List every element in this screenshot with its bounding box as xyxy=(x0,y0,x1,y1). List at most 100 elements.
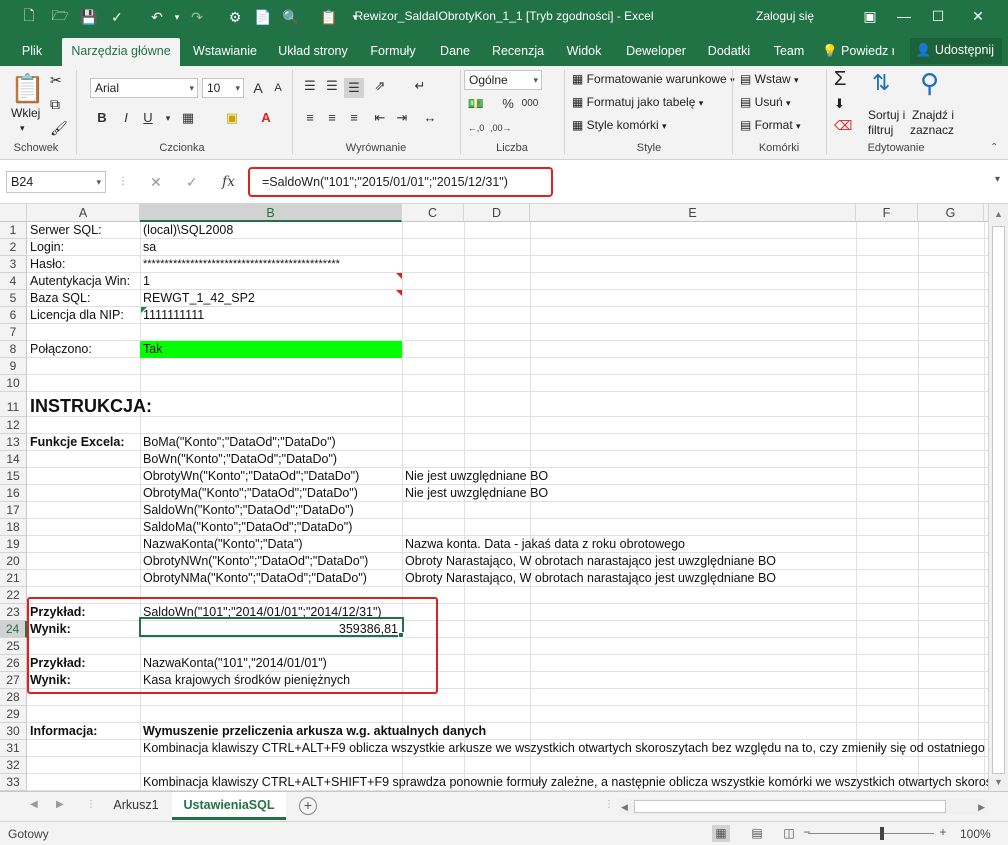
row-header-5[interactable]: 5 xyxy=(0,290,27,307)
increase-decimal-icon[interactable]: ←,0 xyxy=(466,118,486,138)
paste-button[interactable]: Wklej xyxy=(11,106,40,120)
close-icon[interactable]: ✕ xyxy=(964,4,992,28)
cut-icon[interactable]: ✂ xyxy=(50,72,62,89)
cell-b30[interactable]: Wymuszenie przeliczenia arkusza w.g. akt… xyxy=(140,723,486,740)
login-link[interactable]: Zaloguj się xyxy=(756,9,814,23)
row-header-15[interactable]: 15 xyxy=(0,468,27,485)
column-header-g[interactable]: G xyxy=(918,204,984,222)
insert-cells-button[interactable]: ▤ Wstaw ▾ xyxy=(740,72,799,86)
row-header-26[interactable]: 26 xyxy=(0,655,27,672)
cell-a1[interactable]: Serwer SQL: xyxy=(27,222,102,239)
increase-font-icon[interactable]: A xyxy=(248,78,268,98)
fill-color-icon[interactable]: ▣ xyxy=(222,108,242,128)
column-header-c[interactable]: C xyxy=(402,204,464,222)
row-header-20[interactable]: 20 xyxy=(0,553,27,570)
tab-team[interactable]: Team xyxy=(766,40,812,66)
sheet-next-icon[interactable]: ▶ xyxy=(56,799,64,810)
align-bottom-icon[interactable]: ☰ xyxy=(344,78,364,98)
maximize-icon[interactable]: ☐ xyxy=(924,4,952,28)
row-header-8[interactable]: 8 xyxy=(0,341,27,358)
find-select-icon[interactable]: ⚲ xyxy=(920,68,939,99)
vertical-scrollbar[interactable]: ▲ ▼ xyxy=(988,204,1008,791)
cell-b2[interactable]: sa xyxy=(140,239,156,256)
row-header-17[interactable]: 17 xyxy=(0,502,27,519)
cell-b6[interactable]: 1111111111 xyxy=(140,307,204,324)
increase-indent-icon[interactable]: ⇥ xyxy=(392,108,412,128)
cell-a2[interactable]: Login: xyxy=(27,239,64,256)
cell-b21[interactable]: ObrotyNMa("Konto";"DataOd";"DataDo") xyxy=(140,570,367,587)
tab-view[interactable]: Widok xyxy=(558,40,610,66)
percent-icon[interactable]: % xyxy=(498,94,518,114)
cell-a8[interactable]: Połączono: xyxy=(27,341,92,358)
zoom-slider[interactable] xyxy=(808,833,934,834)
tab-insert[interactable]: Wstawianie xyxy=(188,40,262,66)
font-size-combo[interactable]: 10 ▾ xyxy=(202,78,244,98)
borders-icon[interactable]: ▦ xyxy=(178,108,198,128)
scroll-up-icon[interactable]: ▲ xyxy=(989,206,1008,222)
format-cells-button[interactable]: ▤ Format ▾ xyxy=(740,118,801,132)
decrease-font-icon[interactable]: A xyxy=(268,78,288,98)
collapse-ribbon-icon[interactable]: ⌃ xyxy=(990,142,998,153)
decrease-indent-icon[interactable]: ⇤ xyxy=(370,108,390,128)
cell-a11[interactable]: INSTRUKCJA: xyxy=(27,392,152,417)
cell-b1[interactable]: (local)\SQL2008 xyxy=(140,222,233,239)
find-select-label-1[interactable]: Znajdź i xyxy=(912,108,954,122)
scroll-left-icon[interactable]: ◀ xyxy=(621,799,628,815)
row-header-14[interactable]: 14 xyxy=(0,451,27,468)
vertical-scroll-thumb[interactable] xyxy=(992,226,1005,774)
sort-filter-icon[interactable]: ⇅ xyxy=(872,70,890,96)
orientation-icon[interactable]: ⇗ xyxy=(370,76,390,96)
tab-formulas[interactable]: Formuły xyxy=(364,40,422,66)
horizontal-scroll-thumb[interactable] xyxy=(634,800,946,813)
align-left-icon[interactable]: ≡ xyxy=(300,108,320,128)
row-header-1[interactable]: 1 xyxy=(0,222,27,239)
zoom-in-icon[interactable]: + xyxy=(934,824,952,841)
autosum-icon[interactable]: Σ xyxy=(834,68,846,91)
column-header-b[interactable]: B xyxy=(140,204,402,222)
tab-review[interactable]: Recenzja xyxy=(488,40,548,66)
worksheet-grid[interactable]: A B C D E F G 1 2 3 4 5 6 7 8 9 10 11 12 13 14 15 16 17 1… xyxy=(0,204,988,791)
merge-center-icon[interactable]: ↔ xyxy=(420,108,440,128)
row-header-7[interactable]: 7 xyxy=(0,324,27,341)
cell-c21[interactable]: Obroty Narastająco, W obrotach narastają… xyxy=(402,570,776,587)
underline-dropdown-icon[interactable]: ▾ xyxy=(158,108,178,128)
row-header-24[interactable]: 24 xyxy=(0,621,27,638)
sheet-more-icon[interactable]: ⋮ xyxy=(86,799,96,810)
cell-b4[interactable]: 1 xyxy=(140,273,150,290)
comment-indicator-icon[interactable] xyxy=(396,273,402,279)
paste-dropdown-icon[interactable]: ▾ xyxy=(20,123,25,134)
column-header-d[interactable]: D xyxy=(464,204,530,222)
cell-b31[interactable]: Kombinacja klawiszy CTRL+ALT+F9 oblicza … xyxy=(140,740,988,757)
row-header-2[interactable]: 2 xyxy=(0,239,27,256)
row-header-12[interactable]: 12 xyxy=(0,417,27,434)
cell-a3[interactable]: Hasło: xyxy=(27,256,65,273)
italic-button[interactable]: I xyxy=(116,108,136,128)
cell-b19[interactable]: NazwaKonta("Konto";"Data") xyxy=(140,536,303,553)
sheet-tab-arkusz1[interactable]: Arkusz1 xyxy=(100,792,172,820)
bold-button[interactable]: B xyxy=(92,108,112,128)
column-header-f[interactable]: F xyxy=(856,204,918,222)
row-header-33[interactable]: 33 xyxy=(0,774,27,791)
tab-page-layout[interactable]: Układ strony xyxy=(272,40,354,66)
cell-c15[interactable]: Nie jest uwzględniane BO xyxy=(402,468,548,485)
cell-b33[interactable]: Kombinacja klawiszy CTRL+ALT+SHIFT+F9 sp… xyxy=(140,774,988,791)
cell-c19[interactable]: Nazwa konta. Data - jakaś data z roku ob… xyxy=(402,536,685,553)
row-header-19[interactable]: 19 xyxy=(0,536,27,553)
find-select-label-2[interactable]: zaznacz xyxy=(910,123,954,137)
font-name-combo[interactable]: Arial ▾ xyxy=(90,78,198,98)
cell-a13[interactable]: Funkcje Excela: xyxy=(27,434,125,451)
format-painter-icon[interactable]: 🖌 xyxy=(50,120,68,137)
fill-icon[interactable]: ⬇ xyxy=(834,96,845,112)
scroll-right-icon[interactable]: ▶ xyxy=(978,799,985,815)
cell-b14[interactable]: BoWn("Konto";"DataOd";"DataDo") xyxy=(140,451,337,468)
page-break-view-icon[interactable]: ◫ xyxy=(780,825,798,842)
add-sheet-icon[interactable]: + xyxy=(299,797,317,815)
horizontal-scrollbar[interactable]: ◀ ▶ xyxy=(618,799,988,815)
column-header-a[interactable]: A xyxy=(27,204,140,222)
share-button[interactable]: 👤 Udostępnij xyxy=(909,38,1002,64)
delete-cells-button[interactable]: ▤ Usuń ▾ xyxy=(740,95,791,109)
row-header-13[interactable]: 13 xyxy=(0,434,27,451)
cell-b3[interactable]: ****************************************… xyxy=(140,256,340,273)
wrap-text-icon[interactable]: ↵ xyxy=(410,76,430,96)
cell-a6[interactable]: Licencja dla NIP: xyxy=(27,307,124,324)
